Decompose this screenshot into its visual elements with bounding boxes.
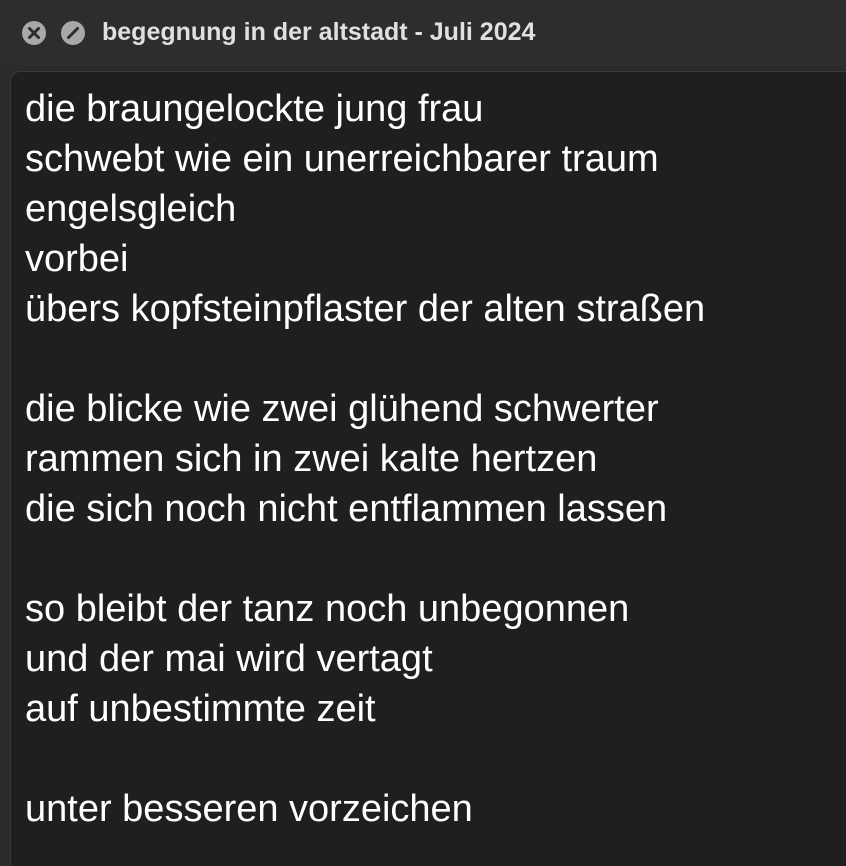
poem-line: vorbei bbox=[25, 238, 129, 280]
minimize-button[interactable] bbox=[61, 21, 85, 45]
poem-blank-line bbox=[25, 334, 840, 384]
poem-line: und der mai wird vertagt bbox=[25, 638, 433, 680]
close-icon bbox=[28, 27, 40, 39]
note-content-area[interactable]: die braungelockte jung frau schwebt wie e… bbox=[10, 71, 846, 866]
title-bar[interactable]: begegnung in der altstadt - Juli 2024 bbox=[0, 0, 846, 66]
poem-line: die blicke wie zwei glühend schwerter bbox=[25, 388, 659, 430]
poem-line: rammen sich in zwei kalte hertzen bbox=[25, 438, 598, 480]
poem-line: die braungelockte jung frau bbox=[25, 88, 484, 130]
poem-line: engelsgleich bbox=[25, 188, 237, 230]
no-entry-icon bbox=[67, 27, 79, 39]
poem-line: unter besseren vorzeichen bbox=[25, 788, 473, 830]
poem-line: auf unbestimmte zeit bbox=[25, 688, 376, 730]
note-window: begegnung in der altstadt - Juli 2024 di… bbox=[0, 0, 846, 866]
poem-blank-line bbox=[25, 534, 840, 584]
poem-line: die sich noch nicht entflammen lassen bbox=[25, 488, 668, 530]
window-title: begegnung in der altstadt - Juli 2024 bbox=[102, 18, 536, 46]
poem-blank-line bbox=[25, 734, 840, 784]
close-button[interactable] bbox=[22, 21, 46, 45]
poem-line: so bleibt der tanz noch unbegonnen bbox=[25, 588, 630, 630]
poem-line: übers kopfsteinpflaster der alten straße… bbox=[25, 288, 706, 330]
poem-line: schwebt wie ein unerreichbarer traum bbox=[25, 138, 659, 180]
poem-text[interactable]: die braungelockte jung frau schwebt wie e… bbox=[25, 84, 840, 834]
